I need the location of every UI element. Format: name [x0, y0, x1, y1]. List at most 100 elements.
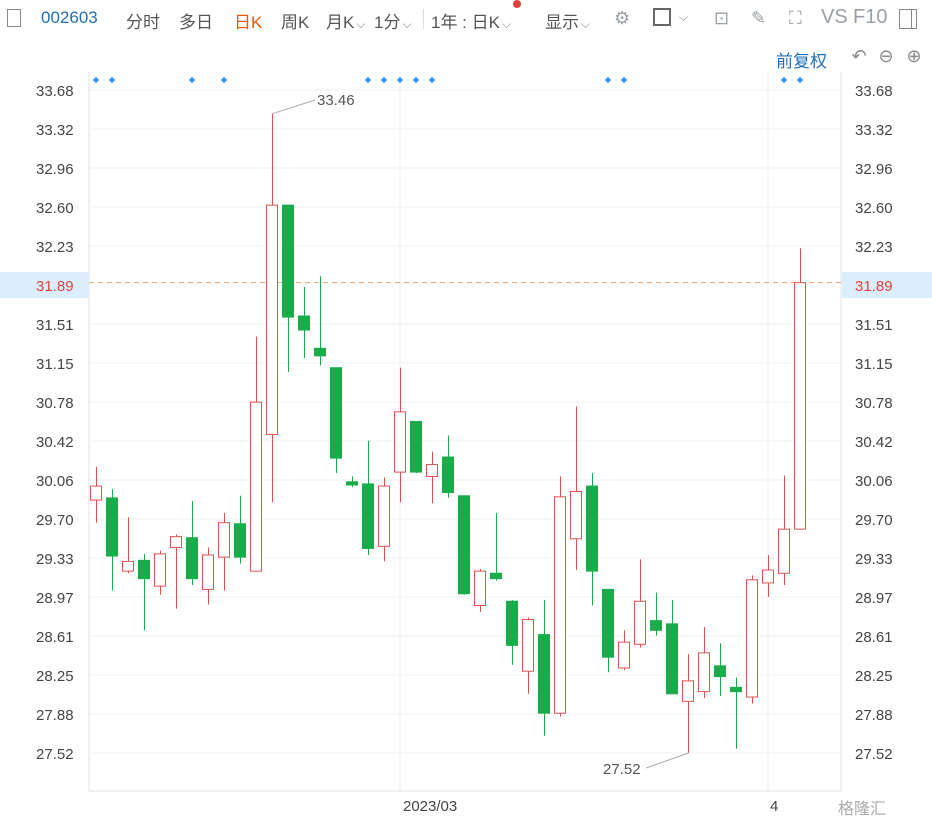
y-tick-label-left: 27.88 — [36, 707, 74, 724]
candle-body — [122, 560, 134, 572]
candle — [490, 512, 502, 581]
y-tick-label-left: 30.06 — [36, 473, 74, 490]
candle-body — [746, 579, 758, 698]
candle-body — [522, 619, 534, 672]
y-tick-label-right: 30.78 — [855, 395, 893, 412]
y-tick-label-right: 30.06 — [855, 473, 893, 490]
candle-body — [634, 600, 646, 645]
candle-body — [378, 485, 390, 547]
y-tick-label-left: 33.32 — [36, 122, 74, 139]
candle-body — [298, 315, 310, 331]
y-tick-label-left: 29.33 — [36, 551, 74, 568]
candle-body — [346, 481, 358, 486]
candle — [794, 248, 806, 530]
candle-body — [266, 204, 278, 435]
event-marker-icon — [605, 77, 611, 83]
y-tick-label-right: 28.61 — [855, 629, 893, 646]
candle-body — [698, 652, 710, 693]
candle-body — [442, 456, 454, 494]
candle-body — [394, 411, 406, 473]
candle-body — [506, 600, 518, 646]
candlestick-chart[interactable]: 33.68 33.68 33.32 33.32 32.96 32.96 32.60 32.60… — [0, 0, 932, 825]
high-annotation-leader — [272, 99, 316, 115]
y-tick-label-left: 30.78 — [36, 395, 74, 412]
candle-body — [794, 282, 806, 530]
candle-body — [218, 522, 230, 558]
event-marker-icon — [397, 77, 403, 83]
candle — [746, 575, 758, 704]
candle — [394, 367, 406, 503]
candle — [778, 475, 790, 586]
candle-body — [170, 536, 182, 548]
high-annotation-label: 33.46 — [317, 92, 355, 109]
y-tick-label-right: 31.51 — [855, 317, 893, 334]
candle-body — [362, 483, 374, 550]
candle — [586, 473, 598, 606]
y-tick-label-left: 29.70 — [36, 512, 74, 529]
event-marker-icon — [381, 77, 387, 83]
candle — [266, 113, 278, 503]
candle-body — [90, 485, 102, 501]
candle — [714, 643, 726, 696]
event-marker-icon — [781, 77, 787, 83]
candle — [378, 477, 390, 562]
candle — [762, 554, 774, 597]
candle-body — [490, 572, 502, 580]
y-tick-label-left: 31.89 — [36, 278, 74, 295]
candle-body — [666, 623, 678, 695]
y-tick-label-right: 29.33 — [855, 551, 893, 568]
candle-body — [106, 497, 118, 557]
y-tick-label-left: 31.15 — [36, 356, 74, 373]
candle — [458, 495, 470, 595]
candle-body — [186, 537, 198, 580]
event-marker-icon — [413, 77, 419, 83]
y-tick-label-right: 28.25 — [855, 668, 893, 685]
candle — [650, 592, 662, 636]
low-annotation-leader — [645, 752, 689, 769]
candle — [330, 367, 342, 474]
y-tick-label-right: 33.68 — [855, 83, 893, 100]
y-tick-label-left: 27.52 — [36, 746, 74, 763]
y-tick-label-right: 27.52 — [855, 746, 893, 763]
x-tick-label: 4 — [770, 798, 778, 815]
candle — [250, 336, 262, 572]
candle — [346, 476, 358, 488]
candle — [282, 204, 294, 372]
y-tick-label-left: 30.42 — [36, 434, 74, 451]
candle-body — [554, 496, 566, 714]
y-tick-label-left: 28.25 — [36, 668, 74, 685]
candle — [634, 559, 646, 648]
candle-body — [586, 485, 598, 572]
y-tick-label-left: 28.97 — [36, 590, 74, 607]
y-tick-label-left: 32.60 — [36, 200, 74, 217]
y-tick-label-right: 32.96 — [855, 161, 893, 178]
candle — [202, 547, 214, 605]
candle — [602, 588, 614, 673]
candle — [698, 627, 710, 699]
candle-body — [138, 559, 150, 580]
candle — [570, 406, 582, 571]
candle — [90, 466, 102, 523]
candle — [730, 677, 742, 749]
candle — [554, 476, 566, 717]
candle-body — [410, 421, 422, 473]
event-marker-icon — [365, 77, 371, 83]
candle — [314, 276, 326, 366]
candle — [138, 553, 150, 631]
candle-body — [682, 680, 694, 702]
candle — [218, 512, 230, 591]
event-marker-icon — [621, 77, 627, 83]
candle-body — [234, 523, 246, 558]
y-tick-label-left: 31.51 — [36, 317, 74, 334]
candle — [298, 286, 310, 358]
y-tick-label-right: 31.15 — [855, 356, 893, 373]
candle-body — [602, 588, 614, 658]
y-tick-label-left: 33.68 — [36, 83, 74, 100]
candle — [410, 421, 422, 474]
candle-body — [426, 464, 438, 477]
candle-body — [570, 490, 582, 540]
event-marker-icon — [189, 77, 195, 83]
y-tick-label-right: 28.97 — [855, 590, 893, 607]
candle-body — [730, 686, 742, 693]
candle — [106, 489, 118, 591]
